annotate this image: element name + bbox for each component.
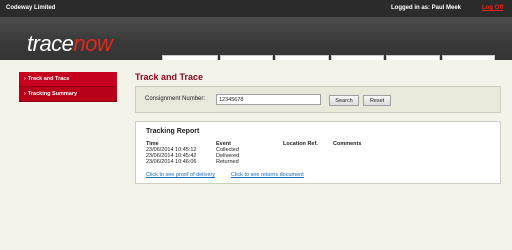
chevron-right-icon: › [24,91,26,97]
header: tracenow Tracking Deliveries Vehicle Che… [0,17,512,77]
chevron-right-icon: › [24,76,26,82]
tracking-report-panel: Tracking Report Time Event Location Ref.… [135,121,501,184]
search-button[interactable]: Search [329,95,359,106]
reset-button[interactable]: Reset [363,95,391,106]
sidebar-item-tracking-summary[interactable]: › Tracking Summary [19,87,117,102]
column-header-location-ref: Location Ref. [283,141,318,147]
column-header-comments: Comments [333,141,362,147]
logo-text-trace: trace [27,31,74,56]
tracenow-logo[interactable]: tracenow [27,31,113,57]
logged-in-text: Logged in as: Paul Meek [391,5,462,11]
row-3-time: 23/06/2014 10:46:06 [146,159,197,165]
sidebar-item-label: Tracking Summary [27,91,78,97]
consignment-number-label: Consignment Number: [145,96,206,102]
search-panel: Consignment Number: Search Reset [135,86,501,113]
row-3-event: Returned [216,159,239,165]
returns-document-link[interactable]: Click to see returns document [231,172,304,178]
page-title: Track and Trace [135,72,204,82]
logout-link[interactable]: Log Off [482,5,503,11]
report-title: Tracking Report [146,128,200,135]
logo-text-now: now [73,31,113,56]
company-name: Codeway Limited [6,5,56,11]
sidebar: › Track and Trace › Tracking Summary [19,72,117,102]
top-bar: Codeway Limited Logged in as: Paul Meek … [0,0,512,17]
proof-of-delivery-link[interactable]: Click to see proof of delivery [146,172,215,178]
sidebar-item-track-and-trace[interactable]: › Track and Trace [19,72,117,87]
consignment-number-input[interactable] [216,94,321,105]
sidebar-item-label: Track and Trace [27,76,70,82]
